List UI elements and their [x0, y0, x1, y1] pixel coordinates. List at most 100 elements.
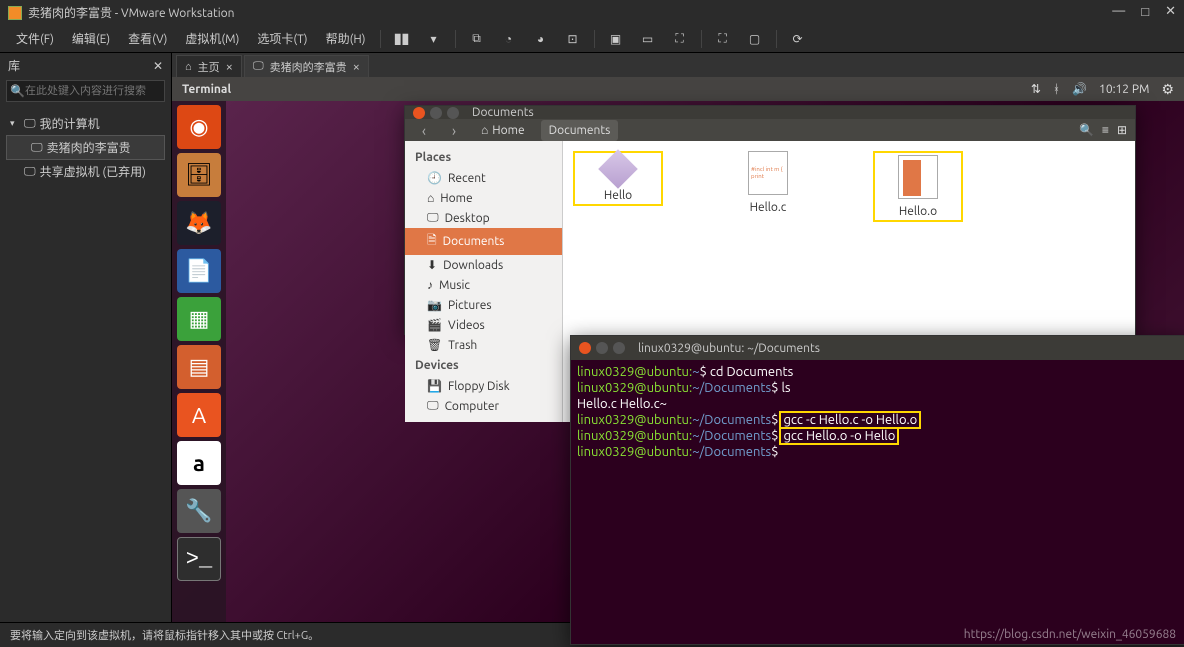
- file-hello-c[interactable]: #incl int m { print Hello.c: [723, 151, 813, 214]
- files-icon[interactable]: 🗄: [177, 153, 221, 197]
- amazon-icon[interactable]: a: [177, 441, 221, 485]
- menu-edit[interactable]: 编辑(E): [64, 27, 118, 50]
- terminal-titlebar[interactable]: linux0329@ubuntu: ~/Documents: [571, 336, 1184, 360]
- library-search[interactable]: 🔍 ▾: [6, 80, 165, 102]
- maximize-icon[interactable]: [447, 107, 459, 119]
- search-icon: 🔍: [10, 84, 25, 98]
- file-hello[interactable]: Hello: [573, 151, 663, 206]
- maximize-icon[interactable]: [613, 342, 625, 354]
- settings-icon[interactable]: 🔧: [177, 489, 221, 533]
- fit-guest-icon[interactable]: ⛶: [671, 30, 689, 48]
- sidebar-videos[interactable]: 🎬Videos: [405, 315, 562, 335]
- minimize-icon[interactable]: [430, 107, 442, 119]
- tree-shared[interactable]: 🖵 共享虚拟机 (已弃用): [6, 160, 165, 183]
- sidebar-desktop[interactable]: 🖵Desktop: [405, 208, 562, 228]
- sidebar-floppy[interactable]: 💾Floppy Disk: [405, 376, 562, 396]
- send-keys-icon[interactable]: ⧉: [468, 30, 486, 48]
- back-button[interactable]: ‹: [413, 119, 435, 141]
- tab-vm[interactable]: 🖵 卖猪肉的李富贵 ×: [244, 55, 369, 77]
- nautilus-window[interactable]: Documents ‹ › ⌂Home Documents 🔍 ≡ ⊞ Plac…: [404, 105, 1136, 335]
- sidebar-documents[interactable]: 🗎Documents: [405, 228, 562, 255]
- gcc-compile-cmd: gcc -c Hello.c -o Hello.o: [781, 413, 919, 427]
- crumb-documents[interactable]: Documents: [541, 120, 619, 141]
- unity-icon[interactable]: ▣: [607, 30, 625, 48]
- menu-file[interactable]: 文件(F): [8, 27, 62, 50]
- close-icon[interactable]: [413, 107, 425, 119]
- vmware-icon: [8, 6, 22, 20]
- minimize-icon[interactable]: [596, 342, 608, 354]
- ls-output: Hello.c Hello.c~: [577, 396, 1184, 412]
- snapshot-manager-icon[interactable]: ◕: [532, 30, 550, 48]
- close-button[interactable]: ✕: [1165, 4, 1176, 19]
- clock[interactable]: 10:12 PM: [1099, 83, 1149, 96]
- grid-view-icon[interactable]: ⊞: [1117, 123, 1127, 137]
- menu-vm[interactable]: 虚拟机(M): [177, 27, 247, 50]
- sidebar-computer[interactable]: 🖵Computer: [405, 396, 562, 416]
- tree-my-computer[interactable]: ▾🖵 我的计算机: [6, 112, 165, 135]
- tree-vm-selected[interactable]: 🖵 卖猪肉的李富贵: [6, 135, 165, 160]
- forward-button[interactable]: ›: [443, 119, 465, 141]
- search-icon[interactable]: 🔍: [1079, 123, 1094, 137]
- nautilus-sidebar: Places 🕘Recent ⌂Home 🖵Desktop 🗎Documents…: [405, 141, 563, 422]
- sidebar-pictures[interactable]: 📷Pictures: [405, 295, 562, 315]
- bluetooth-icon[interactable]: ᚼ: [1053, 83, 1060, 96]
- music-icon: ♪: [427, 278, 433, 292]
- library-label: 库: [8, 57, 20, 74]
- section-devices: Devices: [405, 355, 562, 376]
- documents-icon: 🗎: [427, 231, 437, 252]
- sidebar-home[interactable]: ⌂Home: [405, 188, 562, 208]
- sidebar-downloads[interactable]: ⬇Downloads: [405, 255, 562, 275]
- videos-icon: 🎬: [427, 318, 442, 332]
- sidebar-music[interactable]: ♪Music: [405, 275, 562, 295]
- tab-home[interactable]: ⌂ 主页 ×: [176, 55, 242, 77]
- library-close-icon[interactable]: ✕: [153, 59, 163, 73]
- library-tree: ▾🖵 我的计算机 🖵 卖猪肉的李富贵 🖵 共享虚拟机 (已弃用): [0, 108, 171, 187]
- terminal-window[interactable]: linux0329@ubuntu: ~/Documents linux0329@…: [570, 335, 1184, 645]
- search-input[interactable]: [25, 85, 174, 97]
- vm-viewport[interactable]: Terminal ⇅ ᚼ 🔊 10:12 PM ⚙ ◉ 🗄 🦊 📄 ▦ ▤ A …: [172, 77, 1184, 622]
- capture-icon[interactable]: ⊡: [564, 30, 582, 48]
- menu-help[interactable]: 帮助(H): [318, 27, 374, 50]
- trash-icon: 🗑: [427, 338, 442, 352]
- software-icon[interactable]: A: [177, 393, 221, 437]
- toolbar-icon[interactable]: ▢: [746, 30, 764, 48]
- dash-icon[interactable]: ◉: [177, 105, 221, 149]
- list-view-icon[interactable]: ≡: [1102, 123, 1109, 137]
- vm-tabs: ⌂ 主页 × 🖵 卖猪肉的李富贵 ×: [172, 53, 1184, 77]
- maximize-button[interactable]: □: [1141, 4, 1149, 19]
- desktop-icon: 🖵: [427, 211, 439, 225]
- close-icon[interactable]: ×: [353, 60, 360, 74]
- vm-icon: 🖵: [31, 141, 43, 155]
- network-icon[interactable]: ⇅: [1031, 82, 1041, 96]
- window-title: 卖猪肉的李富贵 - VMware Workstation: [28, 4, 235, 21]
- file-hello-o[interactable]: Hello.o: [873, 151, 963, 222]
- crumb-home[interactable]: ⌂Home: [473, 119, 533, 141]
- pause-icon[interactable]: ▮▮: [393, 30, 411, 48]
- impress-icon[interactable]: ▤: [177, 345, 221, 389]
- console-icon[interactable]: ▭: [639, 30, 657, 48]
- firefox-icon[interactable]: 🦊: [177, 201, 221, 245]
- snapshot-icon[interactable]: ◔: [500, 30, 518, 48]
- fullscreen-icon[interactable]: ⛶: [714, 30, 732, 48]
- close-icon[interactable]: ×: [226, 60, 233, 74]
- sound-icon[interactable]: 🔊: [1072, 82, 1087, 96]
- menu-tabs[interactable]: 选项卡(T): [249, 27, 315, 50]
- computer-icon: 🖵: [427, 399, 439, 413]
- cycle-icon[interactable]: ⟳: [789, 30, 807, 48]
- sidebar-trash[interactable]: 🗑Trash: [405, 335, 562, 355]
- minimize-button[interactable]: —: [1112, 4, 1125, 19]
- vm-tab-icon: 🖵: [253, 60, 264, 73]
- terminal-title: linux0329@ubuntu: ~/Documents: [638, 342, 820, 355]
- terminal-icon[interactable]: >_: [177, 537, 221, 581]
- nautilus-titlebar[interactable]: Documents: [405, 106, 1135, 119]
- menu-view[interactable]: 查看(V): [120, 27, 175, 50]
- sidebar-recent[interactable]: 🕘Recent: [405, 168, 562, 188]
- close-icon[interactable]: [579, 342, 591, 354]
- ubuntu-topbar: Terminal ⇅ ᚼ 🔊 10:12 PM ⚙: [172, 77, 1184, 101]
- gear-icon[interactable]: ⚙: [1161, 81, 1174, 98]
- calc-icon[interactable]: ▦: [177, 297, 221, 341]
- terminal-body[interactable]: linux0329@ubuntu:~$ cd Documents linux03…: [571, 360, 1184, 644]
- writer-icon[interactable]: 📄: [177, 249, 221, 293]
- pictures-icon: 📷: [427, 298, 442, 312]
- dropdown-icon[interactable]: ▾: [425, 30, 443, 48]
